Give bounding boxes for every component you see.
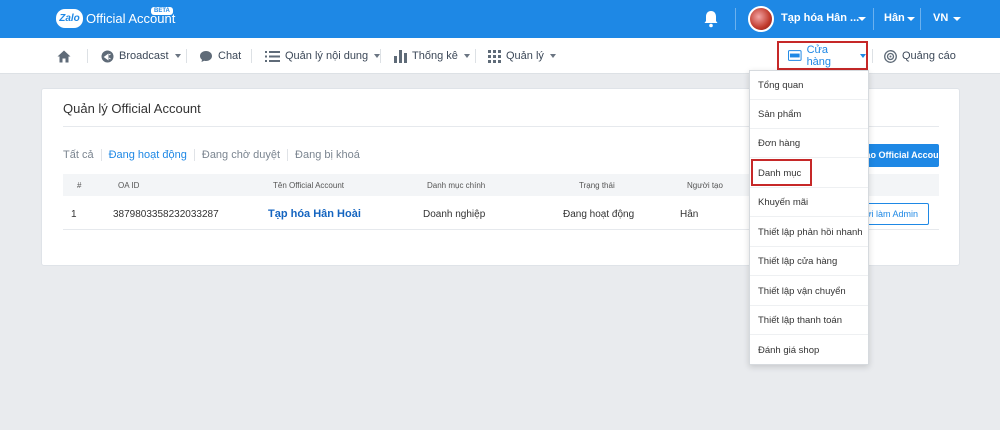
target-icon bbox=[884, 49, 897, 63]
notification-bell-icon[interactable] bbox=[703, 10, 719, 28]
divider bbox=[380, 49, 381, 63]
oa-id: 3879803358232033287 bbox=[113, 209, 219, 220]
nav-broadcast-label: Broadcast bbox=[119, 50, 169, 62]
create-oa-button[interactable]: Tạo Official Account mới bbox=[860, 144, 939, 167]
broadcast-icon bbox=[101, 50, 114, 62]
menu-item-products[interactable]: Sản phẩm bbox=[750, 100, 868, 129]
divider bbox=[186, 49, 187, 63]
nav-stats[interactable]: Thống kê bbox=[394, 38, 470, 74]
divider bbox=[872, 49, 873, 63]
divider bbox=[87, 49, 88, 63]
nav-manage-label: Quản lý bbox=[506, 50, 544, 62]
nav-broadcast[interactable]: Broadcast bbox=[101, 38, 181, 74]
status-filter-tabs: Tất cả Đang hoạt động Đang chờ duyệt Đan… bbox=[63, 149, 367, 161]
column-header: # bbox=[77, 181, 82, 190]
column-header: OA ID bbox=[118, 181, 140, 190]
avatar[interactable] bbox=[748, 6, 774, 32]
divider bbox=[251, 49, 252, 63]
beta-badge: BETA bbox=[151, 7, 173, 15]
bar-chart-icon bbox=[394, 49, 407, 63]
nav-content[interactable]: Quản lý nội dung bbox=[265, 38, 381, 74]
menu-item-quick-replies[interactable]: Thiết lập phản hồi nhanh bbox=[750, 218, 868, 247]
language-selector[interactable]: VN bbox=[933, 12, 948, 24]
filter-active[interactable]: Đang hoạt động bbox=[100, 149, 194, 161]
account-name[interactable]: Tạp hóa Hân ... bbox=[781, 12, 859, 24]
column-header: Trạng thái bbox=[579, 181, 615, 190]
chevron-down-icon bbox=[860, 53, 866, 58]
nav-chat-label: Chat bbox=[218, 50, 242, 62]
chevron-down-icon[interactable] bbox=[858, 17, 866, 21]
menu-item-overview[interactable]: Tổng quan bbox=[750, 71, 868, 100]
menu-item-shop-reviews[interactable]: Đánh giá shop bbox=[750, 336, 868, 365]
list-icon bbox=[265, 50, 280, 62]
grid-icon bbox=[488, 49, 501, 63]
oa-category: Doanh nghiệp bbox=[423, 209, 486, 220]
home-icon bbox=[57, 50, 71, 62]
nav-store-label: Cửa hàng bbox=[806, 43, 832, 68]
chevron-down-icon bbox=[463, 54, 470, 58]
row-index: 1 bbox=[71, 209, 77, 220]
oa-name-link[interactable]: Tạp hóa Hân Hoài bbox=[268, 208, 361, 220]
divider bbox=[873, 8, 874, 30]
menu-item-promotions[interactable]: Khuyến mãi bbox=[750, 188, 868, 217]
nav-ads-label: Quảng cáo bbox=[902, 50, 956, 62]
zalo-logo[interactable]: Zalo bbox=[56, 9, 83, 28]
menu-item-payment-settings[interactable]: Thiết lập thanh toán bbox=[750, 306, 868, 335]
filter-all[interactable]: Tất cả bbox=[63, 149, 101, 161]
menu-item-shipping-settings[interactable]: Thiết lập vận chuyển bbox=[750, 277, 868, 306]
chevron-down-icon[interactable] bbox=[907, 17, 915, 21]
nav-chat[interactable]: Chat bbox=[199, 38, 241, 74]
user-name[interactable]: Hân bbox=[884, 12, 905, 24]
nav-stats-label: Thống kê bbox=[412, 50, 458, 62]
divider bbox=[735, 8, 736, 30]
nav-content-label: Quản lý nội dung bbox=[285, 50, 369, 62]
menu-item-store-settings[interactable]: Thiết lập cửa hàng bbox=[750, 247, 868, 276]
chevron-down-icon bbox=[549, 54, 556, 58]
oa-creator: Hân bbox=[680, 209, 699, 220]
oa-status: Đang hoạt động bbox=[563, 209, 635, 220]
nav-manage[interactable]: Quản lý bbox=[488, 38, 556, 74]
chat-icon bbox=[200, 50, 212, 62]
menu-item-orders[interactable]: Đơn hàng bbox=[750, 129, 868, 158]
nav-store[interactable]: Cửa hàng bbox=[777, 41, 868, 70]
filter-locked[interactable]: Đang bị khoá bbox=[287, 149, 367, 161]
store-dropdown-menu: Tổng quan Sản phẩm Đơn hàng Danh mục Khu… bbox=[749, 70, 869, 365]
page-title: Quản lý Official Account bbox=[63, 101, 201, 116]
column-header: Người tạo bbox=[687, 181, 723, 190]
column-header: Danh mục chính bbox=[427, 181, 486, 190]
divider bbox=[475, 49, 476, 63]
filter-pending[interactable]: Đang chờ duyệt bbox=[193, 149, 287, 161]
nav-ads[interactable]: Quảng cáo bbox=[884, 38, 956, 74]
store-icon bbox=[788, 50, 802, 61]
chevron-down-icon bbox=[174, 54, 181, 58]
top-bar: Zalo Official Account BETA Tạp hóa Hân .… bbox=[0, 0, 1000, 38]
divider bbox=[920, 8, 921, 30]
home-button[interactable] bbox=[57, 38, 76, 74]
highlight-box bbox=[751, 159, 812, 186]
chevron-down-icon[interactable] bbox=[953, 17, 961, 21]
column-header: Tên Official Account bbox=[273, 181, 344, 190]
